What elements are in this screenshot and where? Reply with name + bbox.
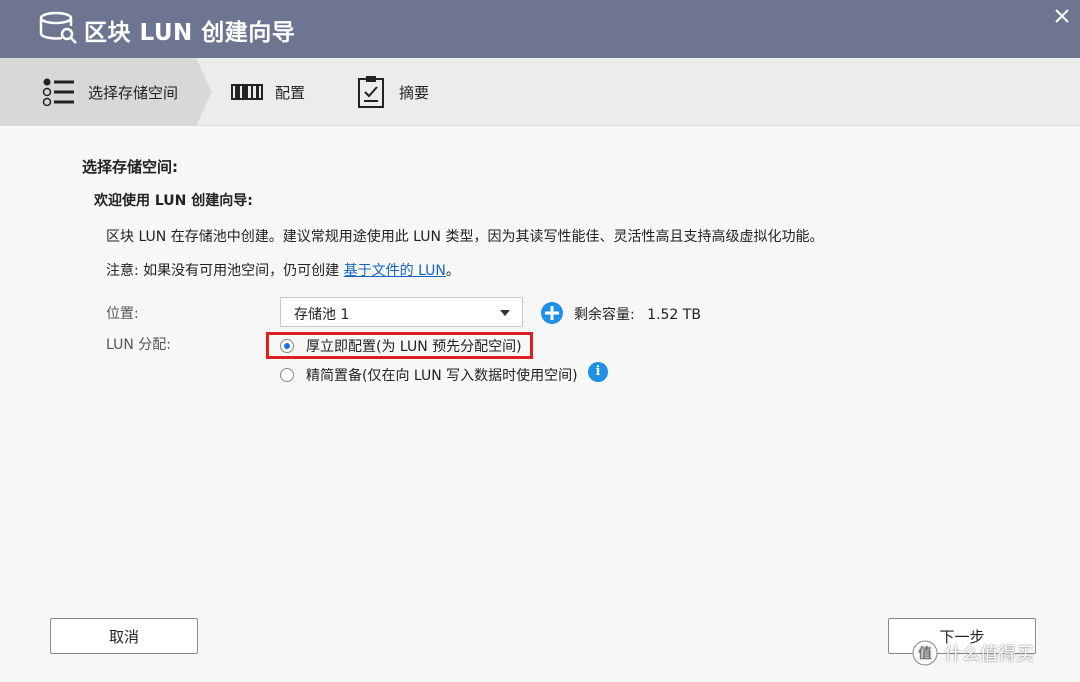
step-label: 摘要 (399, 83, 430, 102)
add-icon[interactable] (540, 301, 564, 325)
storage-disk-icon (39, 11, 77, 44)
lun-allocation-label: LUN 分配: (106, 337, 171, 353)
window-title: 区块 LUN 创建向导 (84, 20, 296, 46)
file-based-lun-link[interactable]: 基于文件的 LUN (344, 263, 446, 279)
storage-pool-select[interactable]: 存储池 1 (280, 297, 523, 327)
watermark-logo-icon: 值 (912, 640, 938, 666)
info-icon[interactable]: i (588, 362, 608, 382)
radio-selected[interactable] (280, 339, 294, 353)
option-label: 厚立即配置(为 LUN 预先分配空间) (306, 339, 522, 355)
description-text: 区块 LUN 在存储池中创建。建议常规用途使用此 LUN 类型，因为其读写性能佳… (106, 229, 824, 245)
option-thick-provision[interactable]: 厚立即配置(为 LUN 预先分配空间) (280, 336, 522, 356)
capacity-value: 1.52 TB (647, 307, 701, 323)
location-label: 位置: (106, 306, 139, 322)
option-thin-provision[interactable]: 精简置备(仅在向 LUN 写入数据时使用空间) (280, 365, 578, 385)
list-icon (42, 78, 74, 106)
cancel-button[interactable]: 取消 (50, 618, 198, 654)
clipboard-icon (358, 76, 384, 108)
note-prefix: 注意: 如果没有可用池空间，仍可创建 (106, 263, 344, 279)
wizard-steps: 选择存储空间 配置 摘要 (0, 58, 1080, 126)
step-select-storage[interactable]: 选择存储空间 (42, 58, 178, 126)
step-label: 配置 (275, 83, 306, 102)
capacity-label: 剩余容量: (574, 307, 635, 323)
note-text: 注意: 如果没有可用池空间，仍可创建 基于文件的 LUN。 (106, 260, 460, 280)
svg-text:值: 值 (918, 646, 932, 662)
step-label: 选择存储空间 (88, 83, 179, 102)
watermark: 值 什么值得买 (912, 640, 1034, 666)
section-heading: 选择存储空间: (82, 158, 178, 176)
wizard-content: 选择存储空间: 欢迎使用 LUN 创建向导: 区块 LUN 在存储池中创建。建议… (0, 126, 1080, 682)
welcome-heading: 欢迎使用 LUN 创建向导: (94, 193, 253, 209)
step-config[interactable]: 配置 (231, 58, 305, 126)
radio-unselected[interactable] (280, 368, 294, 382)
title-bar: 区块 LUN 创建向导 (0, 0, 1080, 58)
storage-pool-value: 存储池 1 (294, 307, 350, 323)
step-summary[interactable]: 摘要 (357, 58, 429, 126)
capacity-info: 剩余容量: 1.52 TB (574, 304, 701, 324)
barcode-icon (231, 84, 263, 100)
close-icon[interactable] (1050, 4, 1074, 28)
note-suffix: 。 (445, 263, 460, 279)
watermark-text: 什么值得买 (944, 644, 1034, 665)
dropdown-arrow-icon (500, 310, 510, 316)
option-label: 精简置备(仅在向 LUN 写入数据时使用空间) (306, 368, 578, 384)
